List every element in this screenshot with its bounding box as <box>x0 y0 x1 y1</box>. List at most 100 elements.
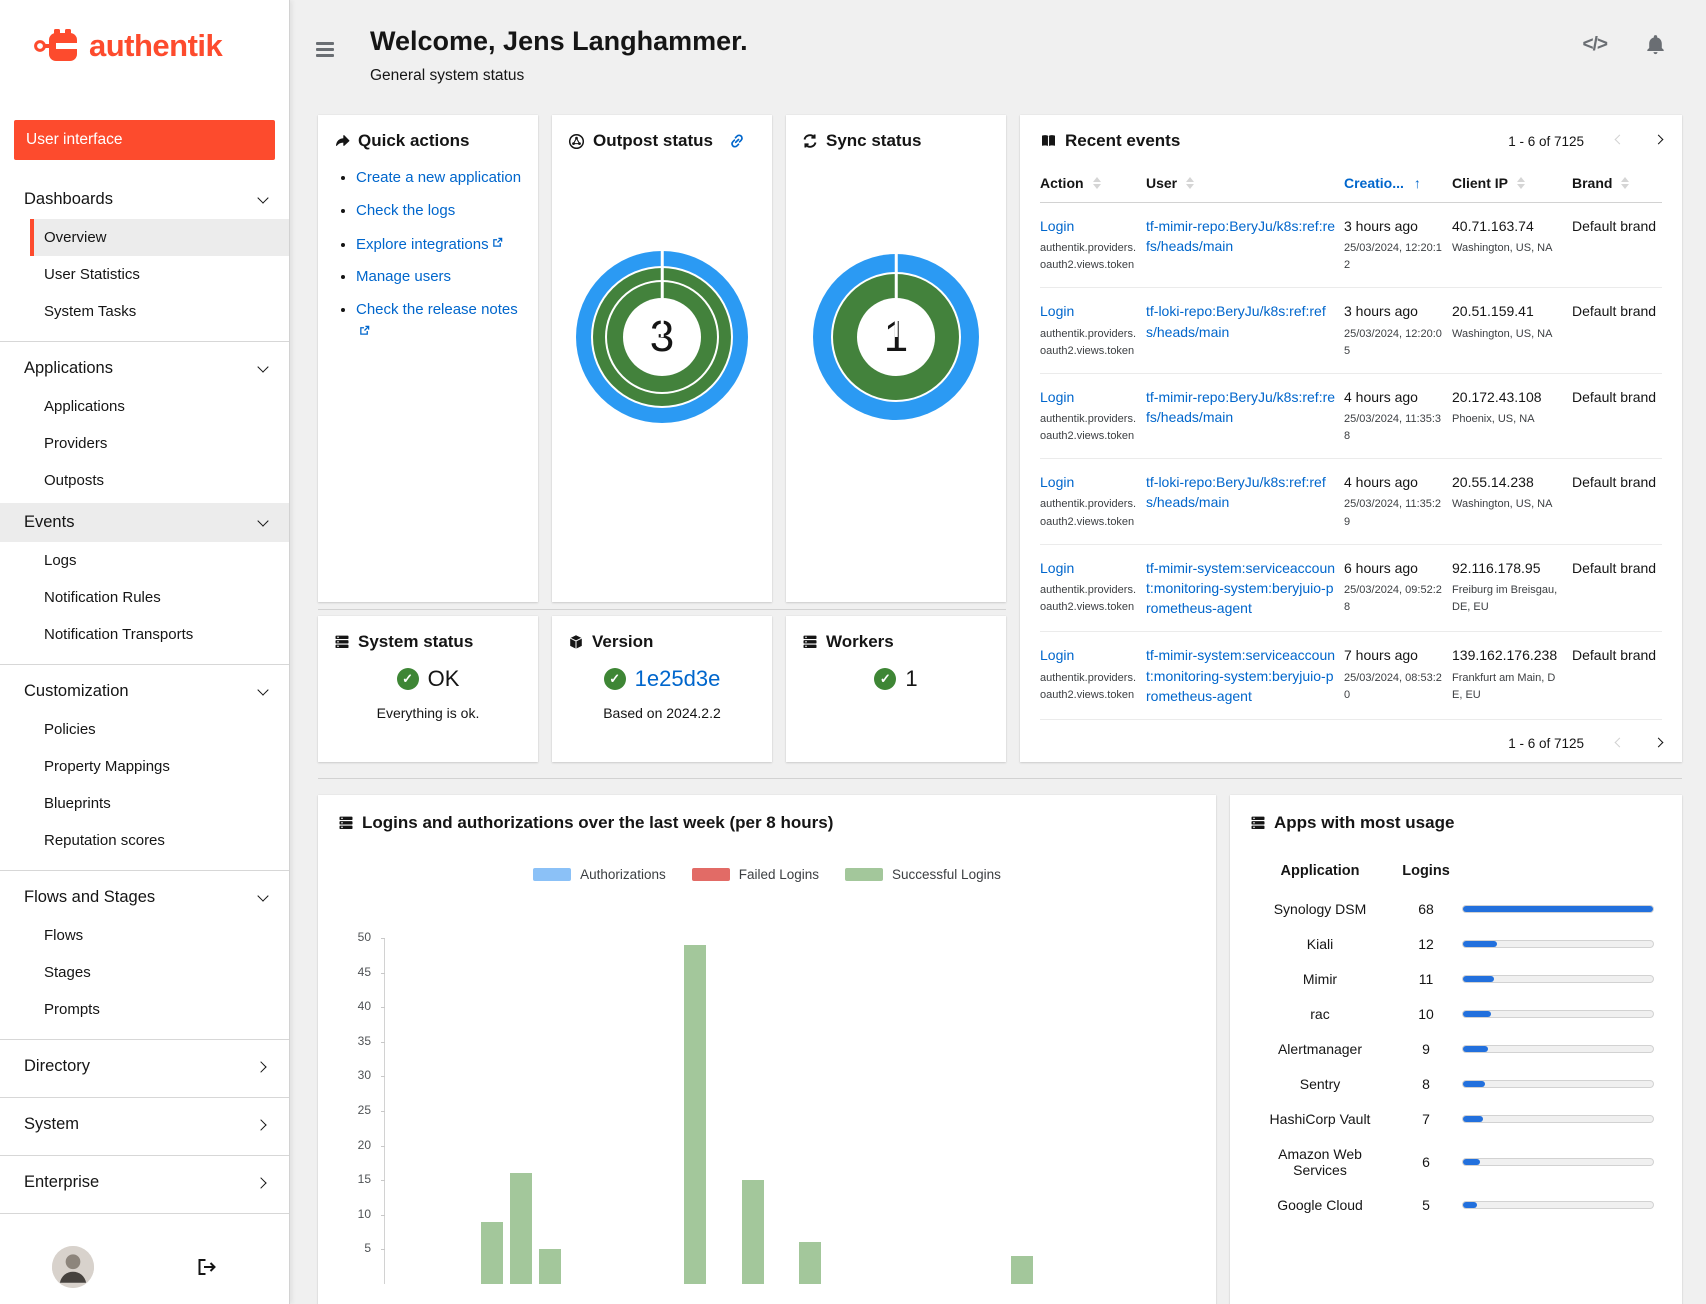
sidebar-section-header[interactable]: Customization <box>0 672 289 711</box>
avatar[interactable] <box>52 1246 94 1288</box>
event-user-link[interactable]: tf-loki-repo:BeryJu/k8s:ref:refs/heads/m… <box>1146 303 1326 339</box>
app-usage-row: Sentry 8 <box>1250 1066 1662 1101</box>
event-user-link[interactable]: tf-mimir-system:serviceaccount:monitorin… <box>1146 560 1335 617</box>
quick-action-link[interactable]: Explore integrations <box>356 236 503 253</box>
pagination-next-icon[interactable] <box>1654 737 1664 747</box>
sidebar-section: Customization Policies Property Mappings <box>0 672 289 871</box>
legend-label: Authorizations <box>580 867 666 882</box>
pagination-prev-icon[interactable] <box>1615 135 1625 145</box>
quick-actions-card: Quick actions Create a new application C… <box>318 115 538 602</box>
sidebar-section: Events Logs Notification Rules <box>0 503 289 665</box>
sidebar-item[interactable]: Property Mappings <box>30 748 289 785</box>
quick-action-link[interactable]: Check the logs <box>356 202 455 219</box>
sidebar-item[interactable]: Blueprints <box>30 785 289 822</box>
app-usage-bar <box>1462 940 1654 948</box>
event-user-link[interactable]: tf-mimir-repo:BeryJu/k8s:ref:refs/heads/… <box>1146 389 1335 425</box>
sidebar-item[interactable]: Stages <box>30 954 289 991</box>
sidebar-item[interactable]: Notification Rules <box>30 579 289 616</box>
system-status-subtitle: Everything is ok. <box>334 705 522 721</box>
quick-action-link[interactable]: Create a new application <box>356 169 521 186</box>
events-column-header[interactable]: Action ↑ <box>1040 175 1138 191</box>
outpost-link-icon[interactable] <box>729 133 745 149</box>
outpost-status-donut: 3 <box>576 251 748 423</box>
user-interface-button[interactable]: User interface <box>14 120 275 160</box>
sidebar-item[interactable]: Prompts <box>30 991 289 1028</box>
sidebar-section-header[interactable]: System <box>0 1105 289 1144</box>
chart-bar <box>510 1173 532 1284</box>
event-user-link[interactable]: tf-mimir-system:serviceaccount:monitorin… <box>1146 647 1335 704</box>
page-subtitle: General system status <box>370 67 748 85</box>
app-usage-bar <box>1462 975 1654 983</box>
event-client-ip: 20.51.159.41 <box>1452 301 1564 321</box>
events-column-header[interactable]: Creatio... ↑ <box>1344 175 1444 191</box>
sidebar-section-header[interactable]: Enterprise <box>0 1163 289 1202</box>
sidebar-item[interactable]: Policies <box>30 711 289 748</box>
sidebar-section: Dashboards Overview User Statistics <box>0 180 289 342</box>
event-context: authentik.providers.oauth2.views.token <box>1040 582 1138 616</box>
sync-status-icon <box>802 133 818 149</box>
sidebar-item[interactable]: Reputation scores <box>30 822 289 859</box>
event-location: Phoenix, US, NA <box>1452 411 1564 428</box>
events-column-header[interactable]: Client IP ↑ <box>1452 175 1564 191</box>
chart-legend: Authorizations Failed Logins Successful … <box>338 867 1196 882</box>
event-client-ip: 20.55.14.238 <box>1452 472 1564 492</box>
app-name: HashiCorp Vault <box>1250 1111 1390 1127</box>
events-column-header[interactable]: User ↑ <box>1146 175 1336 191</box>
sidebar-item[interactable]: System Tasks <box>30 293 289 330</box>
sidebar-section: Flows and Stages Flows Stages <box>0 878 289 1040</box>
app-name: Synology DSM <box>1250 901 1390 917</box>
event-action-link[interactable]: Login <box>1040 647 1074 663</box>
app-usage-row: HashiCorp Vault 7 <box>1250 1101 1662 1136</box>
event-action-link[interactable]: Login <box>1040 474 1074 490</box>
quick-action-link[interactable]: Check the release notes <box>356 301 518 341</box>
sign-out-icon[interactable] <box>197 1258 217 1276</box>
pagination-prev-icon[interactable] <box>1615 737 1625 747</box>
sidebar-section-header[interactable]: Dashboards <box>0 180 289 219</box>
server-icon <box>1250 815 1266 831</box>
sidebar-section-header[interactable]: Events <box>0 503 289 542</box>
sidebar-section-header[interactable]: Directory <box>0 1047 289 1086</box>
api-code-icon[interactable]: </> <box>1583 34 1607 56</box>
sidebar-item[interactable]: Providers <box>30 425 289 462</box>
event-action-link[interactable]: Login <box>1040 389 1074 405</box>
chart-bar <box>742 1180 764 1284</box>
sidebar-item[interactable]: Flows <box>30 917 289 954</box>
sidebar-item-label: Notification Rules <box>44 589 161 606</box>
sidebar-divider <box>0 870 289 871</box>
sidebar-nav: Dashboards Overview User Statistics <box>0 180 289 1214</box>
version-card: Version ✓ 1e25d3e Based on 2024.2.2 <box>552 616 772 762</box>
event-action-link[interactable]: Login <box>1040 303 1074 319</box>
version-value-link[interactable]: 1e25d3e <box>635 666 721 692</box>
sidebar-item[interactable]: Logs <box>30 542 289 579</box>
sidebar-section: Enterprise <box>0 1163 289 1214</box>
pagination-next-icon[interactable] <box>1654 135 1664 145</box>
sidebar-item[interactable]: User Statistics <box>30 256 289 293</box>
chart-bar <box>481 1222 503 1284</box>
sidebar-item[interactable]: Notification Transports <box>30 616 289 653</box>
sidebar-item[interactable]: Outposts <box>30 462 289 499</box>
event-user-link[interactable]: tf-loki-repo:BeryJu/k8s:ref:refs/heads/m… <box>1146 474 1326 510</box>
event-brand: Default brand <box>1572 472 1662 530</box>
sidebar-section-label: System <box>24 1115 79 1134</box>
app-usage-bar <box>1462 1045 1654 1053</box>
quick-action-link[interactable]: Manage users <box>356 268 451 285</box>
sidebar-section-label: Events <box>24 513 74 532</box>
section-divider <box>318 778 1682 779</box>
menu-toggle-button[interactable] <box>312 38 338 61</box>
event-context: authentik.providers.oauth2.views.token <box>1040 240 1138 274</box>
sidebar-section-header[interactable]: Applications <box>0 349 289 388</box>
event-brand: Default brand <box>1572 558 1662 619</box>
event-user-link[interactable]: tf-mimir-repo:BeryJu/k8s:ref:refs/heads/… <box>1146 218 1335 254</box>
sidebar-item-label: Logs <box>44 552 77 569</box>
sidebar-item[interactable]: Overview <box>30 219 289 256</box>
event-action-link[interactable]: Login <box>1040 560 1074 576</box>
event-action-link[interactable]: Login <box>1040 218 1074 234</box>
sidebar-section-label: Directory <box>24 1057 90 1076</box>
app-login-count: 6 <box>1390 1154 1462 1170</box>
apps-column-logins: Logins <box>1390 863 1462 879</box>
notifications-bell-icon[interactable] <box>1645 35 1666 56</box>
sidebar-item[interactable]: Applications <box>30 388 289 425</box>
events-column-header[interactable]: Brand ↑ <box>1572 175 1662 191</box>
sidebar-section-header[interactable]: Flows and Stages <box>0 878 289 917</box>
quick-action-item: Manage users <box>356 266 522 288</box>
